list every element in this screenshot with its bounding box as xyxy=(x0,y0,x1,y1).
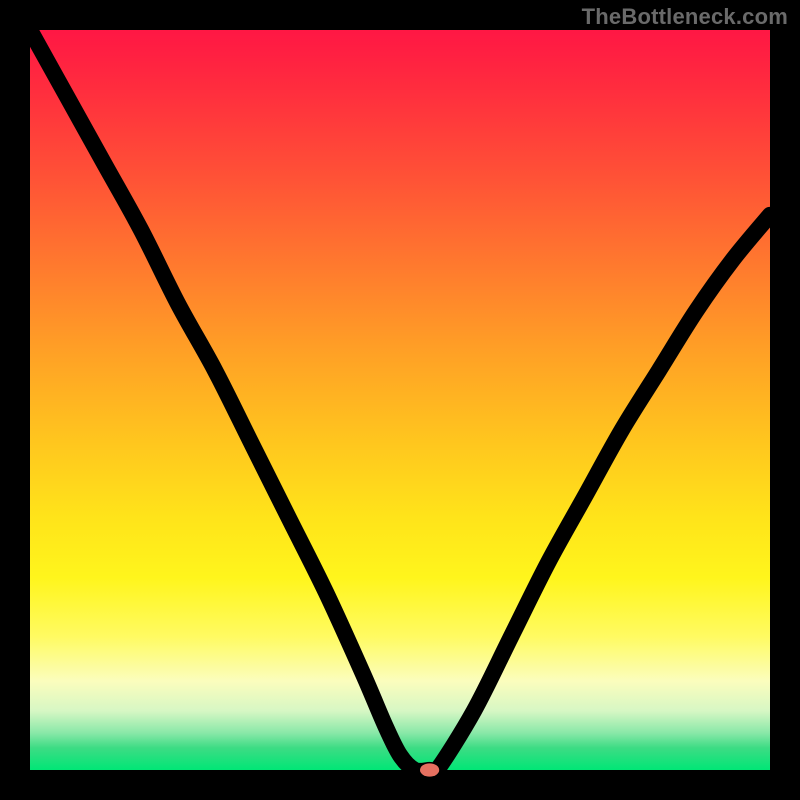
optimal-marker xyxy=(420,763,439,776)
bottleneck-curve xyxy=(30,30,770,774)
chart-frame: TheBottleneck.com xyxy=(0,0,800,800)
attribution-text: TheBottleneck.com xyxy=(582,4,788,30)
plot-area xyxy=(30,30,770,770)
curve-svg xyxy=(30,30,770,770)
